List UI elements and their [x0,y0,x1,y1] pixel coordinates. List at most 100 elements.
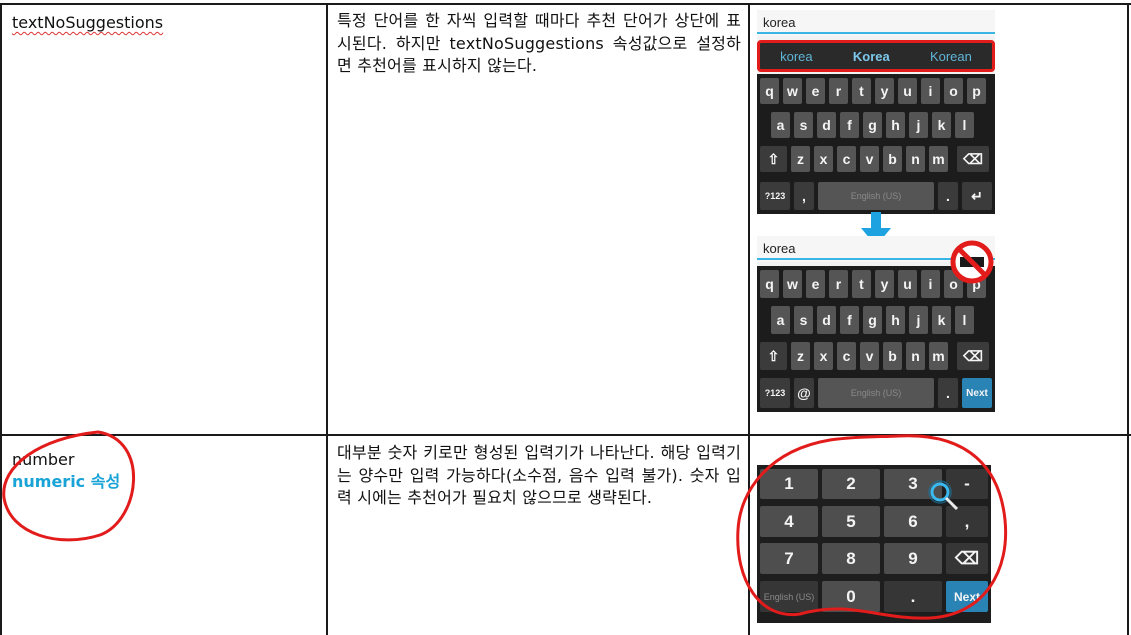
key: n [906,342,925,370]
digit-key: 4 [760,506,818,537]
digit-key: 8 [822,543,880,574]
key: a [771,112,790,138]
attribute-description: 대부분 숫자 키로만 형성된 입력기가 나타난다. 해당 입력기는 양수만 입력… [337,443,741,507]
suggestion-item-primary: Korea [852,48,890,64]
shift-key: ⇧ [760,146,787,172]
key: i [921,78,940,104]
backspace-key: ⌫ [946,543,988,574]
qwerty-keyboard: q w e r t y u i o p a s d f g h j k l ⇧ … [757,74,995,214]
input-text: korea [763,15,796,30]
table-right-border [1127,3,1129,635]
key: q [760,78,779,104]
key: t [852,78,871,104]
key: r [829,270,848,298]
backspace-key: ⌫ [957,146,989,172]
key: q [760,270,779,298]
attribute-name: textNoSuggestions [12,13,164,32]
key: z [791,146,810,172]
key: h [886,306,905,334]
table-col-divider-2 [748,3,750,635]
digit-key: 9 [884,543,942,574]
key: f [840,306,859,334]
key: x [814,146,833,172]
key: w [783,270,802,298]
key: e [806,78,825,104]
shift-key: ⇧ [760,342,787,370]
key: x [814,342,833,370]
suggestion-strip: korea Korea Korean [757,40,995,72]
input-underline [757,32,995,34]
key: d [817,112,836,138]
table-top-border [0,3,1131,5]
key: u [898,78,917,104]
key: d [817,306,836,334]
key: y [875,78,894,104]
attribute-name: number [12,450,75,469]
suggestion-item: Korean [929,48,972,64]
key: j [909,306,928,334]
key: l [955,112,974,138]
key: l [955,306,974,334]
key: a [771,306,790,334]
key: g [863,112,882,138]
text-input-field: korea [757,10,995,36]
key: k [932,112,951,138]
key: j [909,112,928,138]
key: b [883,146,902,172]
key: n [906,146,925,172]
digit-key: 7 [760,543,818,574]
at-key: @ [794,378,814,408]
digit-key: 5 [822,506,880,537]
key: t [852,270,871,298]
table-col-divider-1 [326,3,328,635]
key: s [794,112,813,138]
next-key: Next [946,581,988,612]
key: v [860,146,879,172]
space-key: English (US) [818,182,934,210]
space-key: English (US) [818,378,934,408]
key: b [883,342,902,370]
table-row-divider [0,434,1131,436]
key: m [929,146,948,172]
digit-key: 2 [822,469,880,499]
key: g [863,306,882,334]
period-key: . [884,581,942,612]
symbol-key: ?123 [760,378,790,408]
suggestion-item: korea [780,48,813,64]
prohibited-icon [950,240,994,284]
key: u [898,270,917,298]
key: s [794,306,813,334]
key: f [840,112,859,138]
key: c [837,146,856,172]
key: z [791,342,810,370]
input-text: korea [763,241,796,256]
digit-key: 0 [822,581,880,612]
key: p [967,78,986,104]
key: y [875,270,894,298]
keyboard-screenshot-with-suggestions: korea korea Korea Korean q w e r t y u i… [757,10,995,214]
key: k [932,306,951,334]
period-key: . [938,378,958,408]
key: i [921,270,940,298]
key: e [806,270,825,298]
digit-key: 1 [760,469,818,499]
key: h [886,112,905,138]
key: o [944,78,963,104]
symbol-key: ?123 [760,182,790,210]
attribute-note: numeric 속성 [12,472,121,491]
key: v [860,342,879,370]
language-key: English (US) [760,581,818,612]
key: m [929,342,948,370]
key: w [783,78,802,104]
next-key: Next [962,378,992,408]
enter-key: ↵ [962,182,992,210]
magnifier-cursor-icon [928,480,959,511]
attribute-description: 특정 단어를 한 자씩 입력할 때마다 추천 단어가 상단에 표시된다. 하지만… [337,11,741,75]
backspace-key: ⌫ [957,342,989,370]
qwerty-keyboard: q w e r t y u i o p a s d f g h j k l ⇧ … [757,266,995,412]
table-left-border [0,3,2,635]
comma-key: , [794,182,814,210]
key: r [829,78,848,104]
key: c [837,342,856,370]
period-key: . [938,182,958,210]
